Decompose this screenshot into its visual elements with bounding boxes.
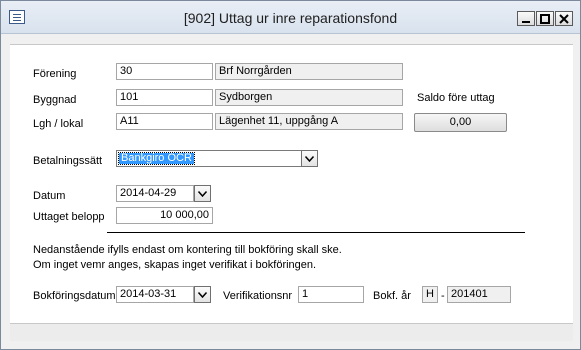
verifikationsnr-label: Verifikationsnr: [223, 290, 293, 302]
lgh-label: Lgh / lokal: [33, 118, 84, 130]
bokf-ar-value: 201401: [447, 286, 511, 303]
title-bar[interactable]: [902] Uttag ur inre reparationsfond: [1, 1, 580, 34]
info-text-2: Om inget vemr anges, skapas inget verifi…: [33, 259, 317, 271]
datum-dropdown-button[interactable]: [194, 185, 211, 202]
bokf-ar-label: Bokf. år: [373, 290, 411, 302]
maximize-icon: [540, 13, 550, 24]
datum-input[interactable]: 2014-04-29: [116, 185, 194, 202]
bokf-ar-separator: -: [441, 290, 445, 302]
chevron-down-icon: [198, 291, 207, 298]
minimize-button[interactable]: [517, 11, 535, 26]
status-strip: [10, 323, 573, 341]
bokforingsdatum-label: Bokföringsdatum: [33, 290, 116, 302]
datum-label: Datum: [33, 190, 66, 202]
verifikationsnr-input[interactable]: 1: [298, 286, 364, 303]
betalning-value: Bankgiro OCR: [118, 152, 195, 165]
lgh-name: Lägenhet 11, uppgång A: [215, 113, 403, 130]
chevron-down-icon: [305, 155, 314, 162]
forening-name: Brf Norrgården: [215, 63, 403, 80]
window-title: [902] Uttag ur inre reparationsfond: [183, 10, 398, 26]
betalning-dropdown-button[interactable]: [301, 150, 318, 167]
form-panel: [10, 44, 573, 323]
close-button[interactable]: [555, 11, 573, 26]
forening-label: Förening: [33, 68, 77, 80]
bokforingsdatum-dropdown-button[interactable]: [194, 286, 211, 303]
saldo-button[interactable]: 0,00: [414, 113, 507, 132]
byggnad-name: Sydborgen: [215, 89, 403, 106]
chevron-down-icon: [198, 190, 207, 197]
app-window: [902] Uttag ur inre reparationsfond Före…: [0, 0, 581, 350]
info-text-1: Nedanstående ifylls endast om kontering …: [33, 244, 342, 256]
section-divider: [107, 232, 525, 233]
betalning-select[interactable]: Bankgiro OCR: [116, 150, 302, 167]
saldo-label: Saldo före uttag: [417, 92, 495, 104]
byggnad-label: Byggnad: [33, 94, 77, 106]
belopp-label: Uttaget belopp: [33, 211, 105, 223]
belopp-input[interactable]: 10 000,00: [116, 207, 213, 224]
lgh-input[interactable]: A11: [116, 113, 213, 130]
minimize-icon: [522, 20, 530, 23]
bokforingsdatum-input[interactable]: 2014-03-31: [116, 286, 194, 303]
betalning-label: Betalningssätt: [33, 155, 103, 167]
byggnad-input[interactable]: 101: [116, 89, 213, 106]
forening-input[interactable]: 30: [116, 63, 213, 80]
maximize-button[interactable]: [536, 11, 554, 26]
bokf-ar-series: H: [422, 286, 438, 303]
close-icon: [559, 13, 569, 24]
